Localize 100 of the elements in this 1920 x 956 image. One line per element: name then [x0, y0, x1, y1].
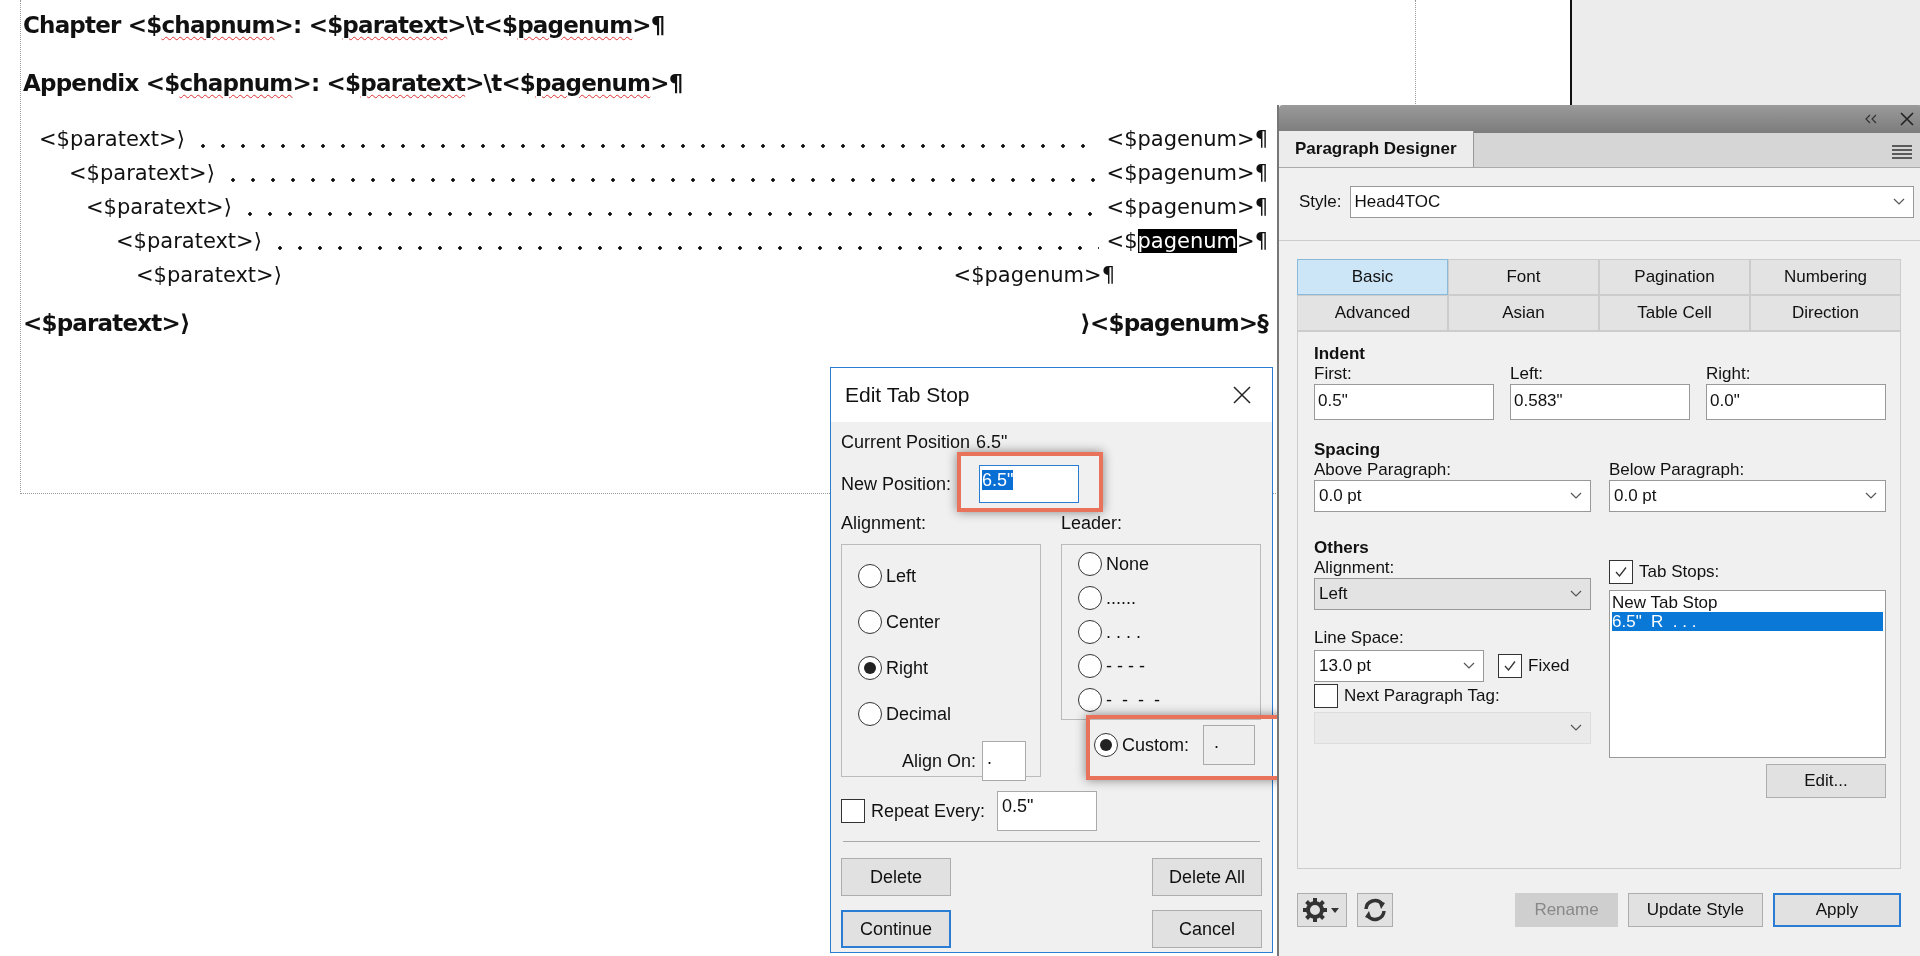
page-number-text: ⟩<$pagenum>§ [1080, 310, 1268, 336]
radio-button[interactable] [1078, 620, 1102, 644]
dialog-button[interactable]: Cancel [1152, 910, 1262, 948]
input-field[interactable]: 0.5" [997, 791, 1098, 831]
check-icon [1503, 659, 1517, 673]
tab[interactable]: Table Cell [1599, 295, 1750, 331]
tab[interactable]: Pagination [1599, 259, 1750, 295]
tab[interactable]: Direction [1750, 295, 1901, 331]
radio-button[interactable] [858, 564, 882, 588]
group-label: Leader: [1061, 513, 1124, 534]
heading-text: Appendix <$chapnum>: <$paratext>\t<$pagenum>¶ [23, 69, 684, 98]
field-label: Current Position [841, 432, 971, 453]
page-number-text: <$pagenum>¶ [1106, 160, 1268, 187]
radio-button[interactable] [1078, 654, 1102, 678]
radio-button[interactable] [1094, 733, 1118, 757]
option-label: Right [886, 657, 929, 679]
dialog-title: Edit Tab Stop [845, 383, 970, 407]
menu-icon[interactable] [1892, 145, 1912, 159]
chevron-down-icon [1570, 724, 1582, 732]
radio-button[interactable] [858, 656, 882, 680]
page-number-text: <$pagenum>¶ [1106, 228, 1268, 255]
dialog-button[interactable]: Continue [841, 910, 951, 948]
checkbox-label: Fixed [1528, 656, 1570, 676]
tab[interactable]: Basic [1297, 259, 1448, 295]
option-label: Custom: [1122, 734, 1190, 756]
field-label: Left: [1510, 364, 1545, 384]
dropdown[interactable]: Left [1314, 578, 1591, 610]
check-icon [1614, 565, 1628, 579]
checkbox-label: Tab Stops: [1639, 562, 1720, 582]
input-field[interactable]: 0.0" [1706, 384, 1886, 420]
dropdown[interactable]: 0.0 pt [1609, 480, 1886, 512]
field-label: Below Paragraph: [1609, 460, 1746, 480]
option-label: . . . . [1106, 621, 1141, 643]
option-label: - - - - [1106, 655, 1145, 677]
radio-button[interactable] [1078, 586, 1102, 610]
list-item[interactable]: New Tab Stop [1612, 593, 1883, 612]
page-number-text: <$pagenum>¶ [1106, 194, 1268, 221]
panel-button[interactable]: Update Style [1627, 893, 1763, 927]
dialog-button[interactable]: Delete All [1152, 858, 1262, 896]
chevron-down-icon [1570, 492, 1582, 500]
section-title: Others [1314, 538, 1370, 558]
tab[interactable]: Advanced [1297, 295, 1448, 331]
group-label: Alignment: [841, 513, 928, 534]
checkbox[interactable] [1314, 684, 1338, 708]
field-label: First: [1314, 364, 1353, 384]
panel-tab[interactable]: Paragraph Designer [1279, 131, 1474, 167]
tab[interactable]: Numbering [1750, 259, 1901, 295]
style-dropdown[interactable]: Head4TOC [1349, 186, 1914, 218]
field-label: Align On: [902, 750, 977, 772]
section-title: Spacing [1314, 440, 1382, 460]
chevron-down-icon [1893, 198, 1905, 206]
page-number-text: <$pagenum>¶ [1106, 126, 1268, 153]
radio-button[interactable] [858, 702, 882, 726]
chevron-down-icon [1865, 492, 1877, 500]
checkbox[interactable] [1498, 654, 1522, 678]
checkbox[interactable] [1609, 560, 1633, 584]
close-icon[interactable] [1232, 385, 1252, 405]
field-label: New Position: [841, 473, 952, 495]
option-label: Decimal [886, 703, 951, 725]
field-label: Alignment: [1314, 558, 1396, 578]
section-title: Indent [1314, 344, 1366, 364]
checkbox-label: Repeat Every: [871, 800, 986, 822]
refresh-button[interactable] [1357, 893, 1393, 927]
radio-button[interactable] [1078, 688, 1102, 712]
checkbox[interactable] [841, 799, 865, 823]
toc-entry-text: <$paratext>⟩ [86, 194, 232, 221]
input-field[interactable]: 0.5" [1314, 384, 1494, 420]
toc-entry-text: <$paratext>⟩ [116, 228, 262, 255]
input-field[interactable]: 0.583" [1510, 384, 1690, 420]
position-value: 6.5" [976, 432, 1008, 453]
option-label: - - - - [1106, 689, 1160, 711]
dialog-button[interactable]: Delete [841, 858, 951, 896]
paragraph-text: <$paratext>⟩ [23, 310, 190, 336]
field-label: Style: [1299, 192, 1342, 212]
page-number-text: <$pagenum>¶ [953, 262, 1115, 289]
chevron-down-icon [1463, 662, 1475, 670]
radio-button[interactable] [858, 610, 882, 634]
field-label: Right: [1706, 364, 1752, 384]
input-field[interactable]: . [1203, 725, 1256, 765]
settings-menu-button[interactable] [1297, 893, 1347, 927]
chevron-down-icon [1570, 590, 1582, 598]
option-label: ...... [1106, 587, 1136, 609]
dropdown[interactable]: 0.0 pt [1314, 480, 1591, 512]
checkbox-label: Next Paragraph Tag: [1344, 686, 1500, 706]
field-label: Line Space: [1314, 628, 1405, 648]
option-label: Left [886, 565, 917, 587]
radio-button[interactable] [1078, 552, 1102, 576]
list-item[interactable]: 6.5" R . . . [1612, 612, 1883, 631]
toc-entry-text: <$paratext>⟩ [39, 126, 185, 153]
dropdown[interactable]: 13.0 pt [1314, 650, 1484, 682]
toc-entry-text: <$paratext>⟩ [136, 262, 282, 289]
toc-entry-text: <$paratext>⟩ [69, 160, 215, 187]
input-field[interactable]: . [982, 741, 1027, 781]
edit-button[interactable]: Edit... [1766, 764, 1886, 798]
input-field[interactable]: 6.5" [979, 465, 1080, 503]
tab[interactable]: Asian [1448, 295, 1599, 331]
collapse-icon[interactable] [1864, 114, 1878, 124]
option-label: None [1106, 553, 1150, 575]
panel-button[interactable]: Apply [1773, 893, 1901, 927]
tab[interactable]: Font [1448, 259, 1599, 295]
